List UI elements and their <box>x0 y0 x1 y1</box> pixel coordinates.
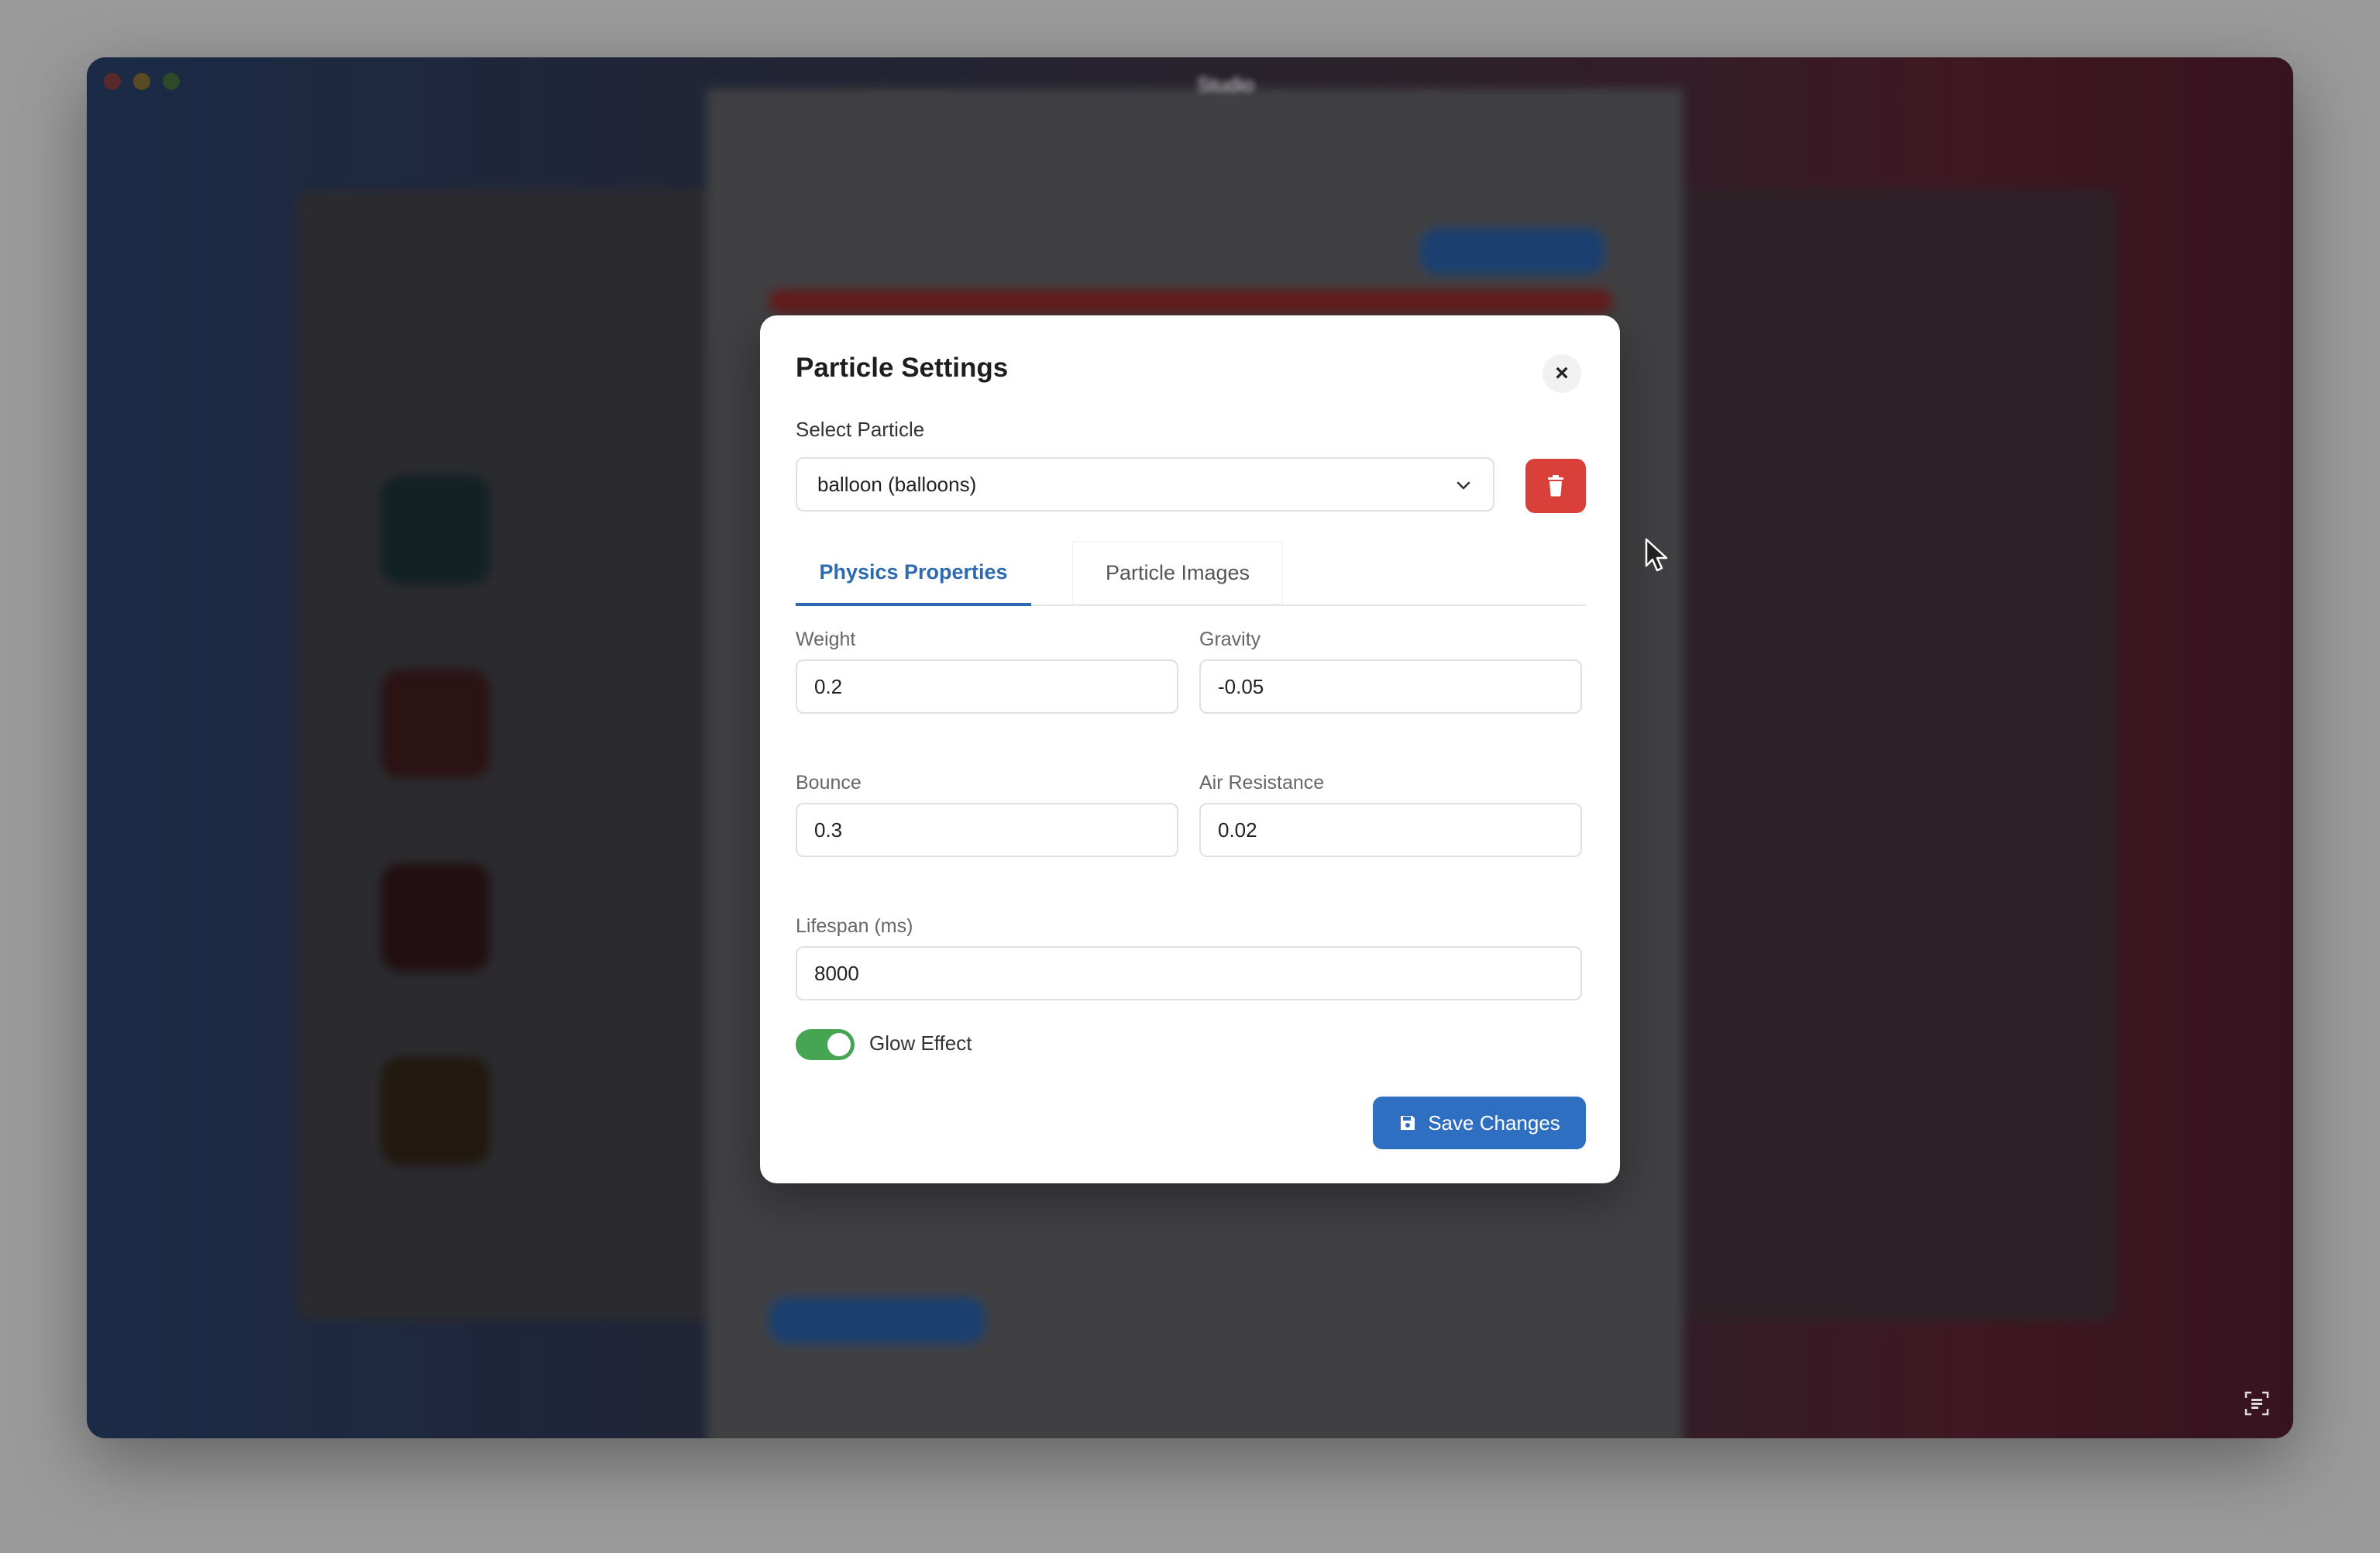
close-button[interactable]: × <box>1543 354 1581 393</box>
gravity-input[interactable]: -0.05 <box>1199 659 1582 714</box>
glow-effect-label: Glow Effect <box>869 1031 972 1055</box>
minimize-window-icon[interactable] <box>133 73 150 90</box>
save-changes-label: Save Changes <box>1428 1111 1560 1135</box>
air-resistance-input[interactable]: 0.02 <box>1199 803 1582 857</box>
tab-particle-images[interactable]: Particle Images <box>1073 542 1282 604</box>
bounce-input[interactable]: 0.3 <box>796 803 1178 857</box>
screenshot-icon[interactable] <box>2244 1390 2270 1417</box>
cursor-icon <box>1645 538 1668 572</box>
tab-physics-properties[interactable]: Physics Properties <box>796 542 1031 606</box>
save-changes-button[interactable]: Save Changes <box>1373 1097 1586 1149</box>
delete-particle-button[interactable] <box>1525 459 1586 513</box>
lifespan-label: Lifespan (ms) <box>796 915 913 937</box>
particle-settings-modal: Particle Settings × Select Particle ball… <box>760 315 1620 1183</box>
close-window-icon[interactable] <box>104 73 121 90</box>
lifespan-input[interactable]: 8000 <box>796 946 1582 1000</box>
gravity-label: Gravity <box>1199 628 1261 650</box>
modal-title: Particle Settings <box>796 353 1009 383</box>
trash-icon <box>1548 475 1563 497</box>
particle-select-value: balloon (balloons) <box>817 472 977 496</box>
chevron-down-icon <box>1457 481 1470 490</box>
air-resistance-label: Air Resistance <box>1199 772 1325 794</box>
particle-select[interactable]: balloon (balloons) <box>796 457 1494 511</box>
close-icon: × <box>1555 360 1569 386</box>
weight-input[interactable]: 0.2 <box>796 659 1178 714</box>
maximize-window-icon[interactable] <box>163 73 180 90</box>
weight-label: Weight <box>796 628 856 650</box>
toggle-knob <box>827 1033 851 1056</box>
select-particle-label: Select Particle <box>796 418 925 441</box>
save-icon <box>1401 1116 1415 1130</box>
window-title: Studio <box>1197 73 1254 96</box>
bounce-label: Bounce <box>796 772 862 794</box>
glow-effect-toggle[interactable] <box>796 1029 855 1060</box>
